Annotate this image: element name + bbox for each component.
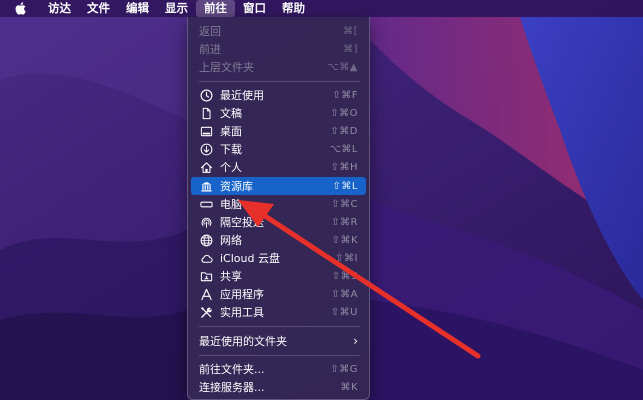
menu-item-label: 最近使用的文件夹 — [199, 335, 287, 348]
menu-item-recents[interactable]: 最近使用 ⇧⌘F — [191, 86, 366, 104]
menu-item-label: 前往文件夹... — [199, 363, 265, 376]
airdrop-icon — [199, 215, 213, 229]
menu-item-shortcut: ⌥⌘L — [329, 143, 358, 155]
menu-item-label: iCloud 云盘 — [220, 252, 280, 265]
menu-item-shortcut: ⇧⌘K — [331, 234, 358, 246]
menu-item-label: 网络 — [220, 234, 242, 247]
menu-view[interactable]: 显示 — [157, 0, 196, 17]
menu-item-label: 返回 — [199, 25, 221, 38]
network-icon — [199, 233, 213, 247]
clock-icon — [199, 88, 213, 102]
cloud-icon — [199, 251, 213, 265]
chevron-right-icon: › — [353, 334, 358, 348]
menu-finder[interactable]: 访达 — [40, 0, 79, 17]
download-icon — [199, 142, 213, 156]
menu-item-label: 文稿 — [220, 107, 242, 120]
menu-item-documents[interactable]: 文稿 ⇧⌘O — [191, 104, 366, 122]
menu-item-shortcut: ⌘K — [340, 381, 358, 393]
menu-item-utilities[interactable]: 实用工具 ⇧⌘U — [191, 303, 366, 321]
menu-item-applications[interactable]: 应用程序 ⇧⌘A — [191, 285, 366, 303]
menu-item-label: 电脑 — [220, 198, 242, 211]
menu-item-forward[interactable]: 前进 ⌘] — [191, 40, 366, 58]
menu-item-icloud-drive[interactable]: iCloud 云盘 ⇧⌘I — [191, 249, 366, 267]
menu-item-shortcut: ⇧⌘U — [330, 306, 358, 318]
menu-item-shortcut: ⇧⌘R — [331, 216, 358, 228]
menu-item-label: 个人 — [220, 161, 242, 174]
menu-item-label: 桌面 — [220, 125, 242, 138]
menu-edit[interactable]: 编辑 — [118, 0, 157, 17]
menu-item-downloads[interactable]: 下载 ⌥⌘L — [191, 140, 366, 158]
menu-item-label: 应用程序 — [220, 288, 264, 301]
menu-bar: 访达 文件 编辑 显示 前往 窗口 帮助 — [0, 0, 643, 17]
menu-file[interactable]: 文件 — [79, 0, 118, 17]
apple-menu[interactable] — [0, 0, 40, 17]
utilities-icon — [199, 305, 213, 319]
menu-item-back[interactable]: 返回 ⌘[ — [191, 22, 366, 40]
menu-item-connect-to-server[interactable]: 连接服务器... ⌘K — [191, 378, 366, 396]
menu-item-desktop[interactable]: 桌面 ⇧⌘D — [191, 122, 366, 140]
menu-item-label: 前进 — [199, 43, 221, 56]
menu-item-shortcut: ⇧⌘D — [330, 125, 358, 137]
menu-item-shortcut: ⇧⌘H — [330, 161, 358, 173]
menu-item-go-to-folder[interactable]: 前往文件夹... ⇧⌘G — [191, 360, 366, 378]
menu-item-label: 资源库 — [220, 180, 253, 193]
menu-item-airdrop[interactable]: 隔空投送 ⇧⌘R — [191, 213, 366, 231]
menu-item-label: 最近使用 — [220, 89, 264, 102]
menu-item-label: 共享 — [220, 270, 242, 283]
library-icon — [199, 179, 213, 193]
menu-item-shortcut: ⌥⌘▲ — [327, 61, 358, 73]
menu-item-shortcut: ⇧⌘I — [335, 252, 358, 264]
menu-item-shortcut: ⇧⌘A — [331, 288, 358, 300]
menu-go[interactable]: 前往 — [196, 0, 235, 17]
menu-item-shortcut: ⇧⌘O — [330, 107, 358, 119]
menu-item-shortcut: ⇧⌘C — [331, 198, 358, 210]
menu-item-shortcut: ⇧⌘S — [331, 270, 358, 282]
menu-item-computer[interactable]: 电脑 ⇧⌘C — [191, 195, 366, 213]
menu-item-shortcut: ⌘[ — [343, 25, 358, 37]
menu-item-label: 连接服务器... — [199, 381, 265, 394]
menu-item-shared[interactable]: 共享 ⇧⌘S — [191, 267, 366, 285]
menu-window[interactable]: 窗口 — [235, 0, 274, 17]
menu-item-label: 下载 — [220, 143, 242, 156]
menu-separator — [199, 355, 360, 356]
menu-item-shortcut: ⇧⌘G — [330, 363, 358, 375]
applications-icon — [199, 287, 213, 301]
document-icon — [199, 106, 213, 120]
menu-item-label: 实用工具 — [220, 306, 264, 319]
desktop-icon — [199, 124, 213, 138]
menu-separator — [199, 81, 360, 82]
go-dropdown-menu: 返回 ⌘[ 前进 ⌘] 上层文件夹 ⌥⌘▲ 最近使用 ⇧⌘F 文稿 ⇧⌘O 桌面… — [187, 17, 370, 400]
shared-folder-icon — [199, 269, 213, 283]
menu-item-recent-folders[interactable]: 最近使用的文件夹 › — [191, 332, 366, 350]
menu-item-shortcut: ⇧⌘L — [332, 180, 358, 192]
menu-item-enclosing-folder[interactable]: 上层文件夹 ⌥⌘▲ — [191, 58, 366, 76]
menu-item-shortcut: ⌘] — [343, 43, 358, 55]
apple-logo-icon — [15, 2, 26, 15]
computer-icon — [199, 197, 213, 211]
menu-item-network[interactable]: 网络 ⇧⌘K — [191, 231, 366, 249]
home-icon — [199, 160, 213, 174]
menu-separator — [199, 326, 360, 327]
menu-item-library[interactable]: 资源库 ⇧⌘L — [191, 177, 366, 195]
menu-help[interactable]: 帮助 — [274, 0, 313, 17]
menu-item-shortcut: ⇧⌘F — [332, 89, 358, 101]
menu-item-label: 隔空投送 — [220, 216, 264, 229]
menu-item-label: 上层文件夹 — [199, 61, 254, 74]
menu-item-home[interactable]: 个人 ⇧⌘H — [191, 158, 366, 176]
